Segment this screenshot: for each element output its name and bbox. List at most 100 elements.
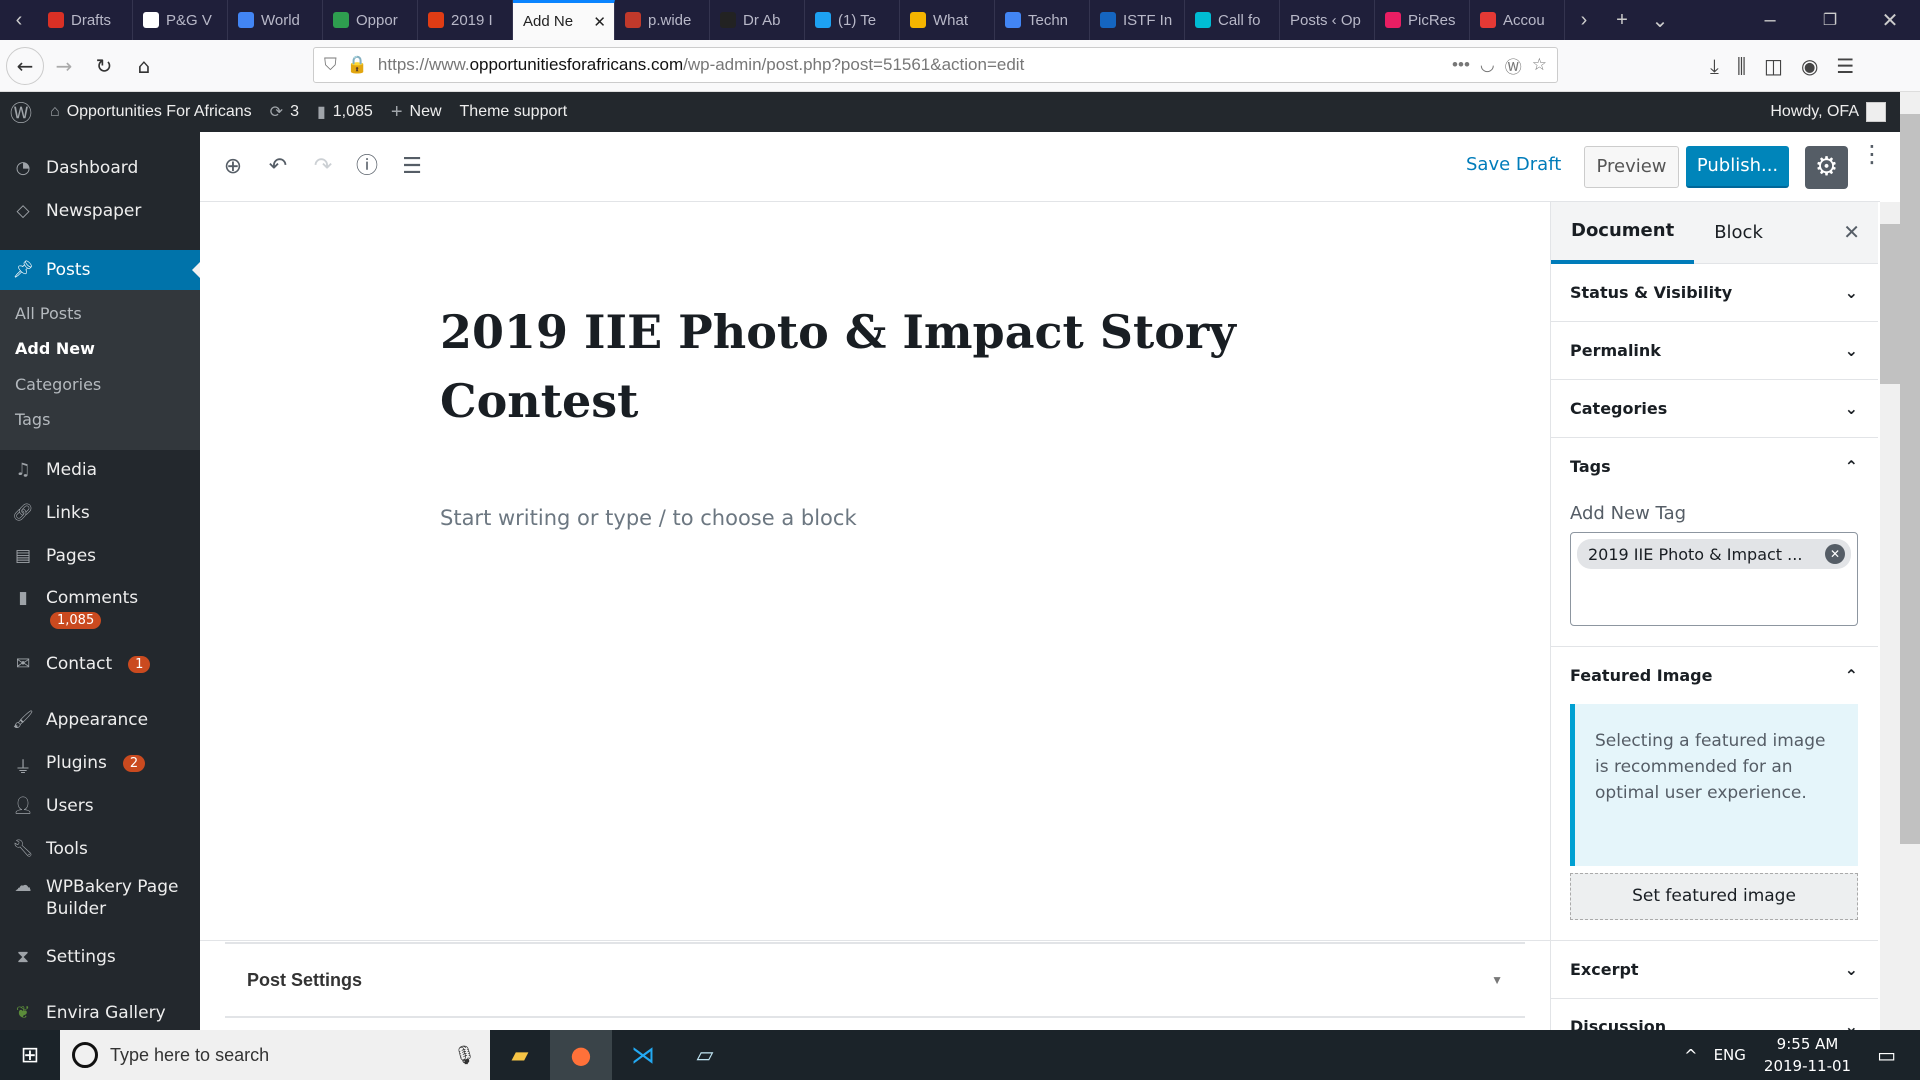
tab-scroll-right-icon[interactable]: ›: [1565, 9, 1603, 32]
browser-tab[interactable]: Oppor: [323, 0, 418, 40]
panel-excerpt[interactable]: Excerpt ⌄: [1551, 941, 1878, 999]
sidebar-item-settings[interactable]: ⧗ Settings: [0, 937, 200, 977]
close-tab-icon[interactable]: ✕: [593, 13, 606, 31]
remove-tag-icon[interactable]: ✕: [1825, 544, 1845, 564]
bookmark-star-icon[interactable]: ☆: [1532, 55, 1547, 75]
browser-tab[interactable]: P&G V: [133, 0, 228, 40]
browser-tab[interactable]: World: [228, 0, 323, 40]
publish-button[interactable]: Publish...: [1686, 146, 1789, 188]
taskbar-search[interactable]: Type here to search 🎙︎: [60, 1030, 490, 1080]
url-bar[interactable]: ⛉ 🔒 https://www.opportunitiesforafricans…: [313, 47, 1558, 83]
sidebar-item-media[interactable]: ♫ Media: [0, 450, 200, 490]
sidebar-item-dashboard[interactable]: ◔ Dashboard: [0, 148, 200, 188]
restore-icon[interactable]: ❐: [1800, 10, 1860, 30]
forward-icon[interactable]: →: [44, 54, 84, 78]
wordpress-icon[interactable]: Ⓦ: [1505, 53, 1522, 78]
new-content-link[interactable]: + New: [391, 101, 442, 124]
new-tab-icon[interactable]: +: [1603, 9, 1641, 32]
site-name-link[interactable]: ⌂ Opportunities For Africans: [50, 103, 252, 121]
minimize-icon[interactable]: –: [1740, 9, 1800, 32]
updates-link[interactable]: ⟳ 3: [270, 102, 299, 122]
vscode-icon[interactable]: ⋊: [612, 1041, 674, 1069]
set-featured-image-button[interactable]: Set featured image: [1570, 873, 1858, 920]
firefox-icon[interactable]: ●: [550, 1030, 612, 1080]
browser-tab[interactable]: 2019 I: [418, 0, 513, 40]
close-icon[interactable]: ✕: [1843, 220, 1860, 244]
sidebar-item-links[interactable]: 🔗︎ Links: [0, 493, 200, 533]
sidebar-item-posts[interactable]: 📌︎ Posts: [0, 250, 200, 290]
tag-input[interactable]: 2019 IIE Photo & Impact ... ✕: [1570, 532, 1858, 626]
preview-button[interactable]: Preview: [1584, 146, 1679, 188]
howdy-account[interactable]: Howdy, OFA: [1770, 102, 1886, 122]
comments-link[interactable]: ▮ 1,085: [317, 102, 373, 122]
panel-status-visibility[interactable]: Status & Visibility ⌄: [1551, 264, 1878, 322]
account-icon[interactable]: ◉: [1801, 54, 1818, 78]
tab-scroll-left-icon[interactable]: ‹: [0, 9, 38, 32]
reload-icon[interactable]: ↻: [84, 54, 124, 78]
browser-tab[interactable]: PicRes: [1375, 0, 1470, 40]
tab-block[interactable]: Block: [1694, 202, 1783, 264]
home-icon[interactable]: ⌂: [124, 54, 164, 78]
sidebar-item-appearance[interactable]: 🖌︎ Appearance: [0, 700, 200, 740]
post-settings-metabox[interactable]: Post Settings ▼: [225, 942, 1525, 1018]
info-icon[interactable]: ⓘ: [354, 154, 380, 180]
back-icon[interactable]: ←: [6, 46, 44, 85]
download-icon[interactable]: ⤓: [1710, 54, 1719, 78]
panel-permalink[interactable]: Permalink ⌄: [1551, 322, 1878, 380]
more-options-icon[interactable]: ⋮: [1860, 142, 1884, 166]
browser-tab[interactable]: Techn: [995, 0, 1090, 40]
browser-tab[interactable]: Posts ‹ Op: [1280, 0, 1375, 40]
settings-gear-icon[interactable]: ⚙: [1805, 146, 1848, 189]
browser-tab[interactable]: What: [900, 0, 995, 40]
undo-icon[interactable]: ↶: [265, 154, 291, 180]
browser-tab[interactable]: ISTF In: [1090, 0, 1185, 40]
browser-tab[interactable]: p.wide: [615, 0, 710, 40]
sidebar-item-newspaper[interactable]: ◇ Newspaper: [0, 191, 200, 231]
notifications-icon[interactable]: ▭: [1877, 1043, 1896, 1067]
tab-document[interactable]: Document: [1551, 202, 1695, 264]
close-window-icon[interactable]: ✕: [1860, 8, 1920, 33]
sidebar-toggle-icon[interactable]: ◫: [1764, 54, 1783, 78]
sidebar-item-tools[interactable]: 🔧︎ Tools: [0, 829, 200, 869]
submenu-add-new[interactable]: Add New: [15, 339, 95, 358]
tags-toggle[interactable]: Tags ⌃: [1570, 438, 1858, 495]
clock[interactable]: 9:55 AM 2019-11-01: [1764, 1033, 1851, 1077]
wordpress-logo-icon[interactable]: Ⓦ: [10, 96, 32, 128]
submenu-all-posts[interactable]: All Posts: [15, 304, 82, 323]
library-icon[interactable]: ⫼: [1737, 54, 1746, 78]
add-block-icon[interactable]: ⊕: [220, 154, 246, 180]
menu-icon[interactable]: ☰: [1836, 54, 1854, 78]
language-indicator[interactable]: ENG: [1714, 1046, 1746, 1064]
tab-list-icon[interactable]: ⌄: [1641, 8, 1679, 33]
redo-icon[interactable]: ↷: [310, 154, 336, 180]
browser-tab[interactable]: Add Ne ✕: [513, 0, 615, 40]
sidebar-item-envira-gallery[interactable]: ❦ Envira Gallery: [0, 993, 200, 1033]
file-explorer-icon[interactable]: ▰: [490, 1043, 550, 1068]
microphone-icon[interactable]: 🎙︎: [453, 1045, 476, 1066]
pocket-icon[interactable]: ◡: [1480, 55, 1495, 75]
sidebar-item-comments[interactable]: ▮ Comments: [0, 578, 200, 618]
sidebar-item-wpbakery[interactable]: ☁ WPBakery Page Builder: [0, 872, 200, 922]
more-icon[interactable]: •••: [1452, 55, 1470, 75]
browser-tab[interactable]: (1) Te: [805, 0, 900, 40]
windows-start-icon[interactable]: ⊞: [0, 1043, 60, 1068]
submenu-tags[interactable]: Tags: [15, 410, 50, 429]
save-draft-button[interactable]: Save Draft: [1466, 154, 1561, 175]
sidebar-item-pages[interactable]: ▤ Pages: [0, 536, 200, 576]
browser-tab[interactable]: Drafts: [38, 0, 133, 40]
browser-tab[interactable]: Call fo: [1185, 0, 1280, 40]
post-title[interactable]: 2019 IIE Photo & Impact Story Contest: [440, 298, 1260, 436]
notepad-icon[interactable]: ▱: [674, 1043, 736, 1068]
submenu-categories[interactable]: Categories: [15, 375, 101, 394]
block-placeholder[interactable]: Start writing or type / to choose a bloc…: [440, 506, 857, 530]
browser-tab[interactable]: Dr Ab: [710, 0, 805, 40]
sidebar-item-contact[interactable]: ✉ Contact 1: [0, 644, 200, 684]
browser-tab[interactable]: Accou: [1470, 0, 1565, 40]
panel-scrollbar[interactable]: [1880, 202, 1900, 1030]
sidebar-item-plugins[interactable]: ⏚ Plugins 2: [0, 743, 200, 783]
featured-image-toggle[interactable]: Featured Image ⌃: [1570, 647, 1858, 704]
page-scrollbar[interactable]: [1900, 92, 1920, 1030]
block-navigation-icon[interactable]: ☰: [399, 154, 425, 180]
theme-support-link[interactable]: Theme support: [460, 103, 568, 121]
tray-chevron-icon[interactable]: ^: [1684, 1046, 1697, 1065]
